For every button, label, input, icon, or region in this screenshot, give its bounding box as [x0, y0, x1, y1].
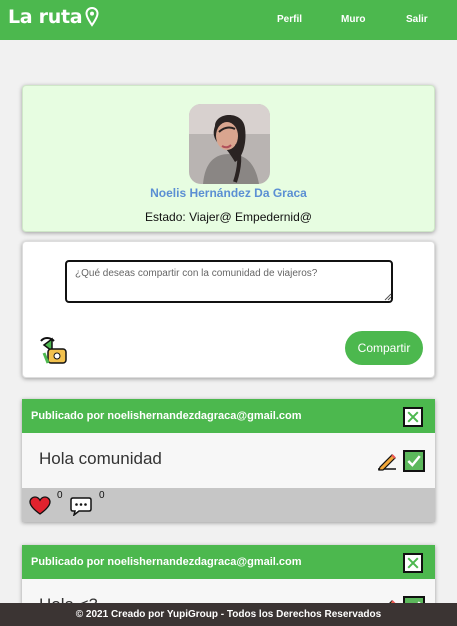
site-footer: © 2021 Creado por YupiGroup - Todos los …: [0, 603, 457, 626]
like-count: 0: [57, 490, 63, 501]
post-input[interactable]: [65, 260, 393, 303]
profile-status: Estado: Viajer@ Empedernid@: [145, 210, 312, 224]
post-footer: 0 0: [22, 488, 435, 522]
brand-title: La ruta: [8, 6, 83, 28]
post-header: Publicado por noelishernandezdagraca@gma…: [22, 545, 435, 579]
nav-link-perfil[interactable]: Perfil: [277, 14, 302, 25]
delete-icon[interactable]: [403, 553, 423, 573]
comment-icon[interactable]: [70, 496, 92, 516]
post-text: Hola comunidad: [39, 449, 162, 468]
edit-icon[interactable]: [375, 451, 399, 471]
post-header: Publicado por noelishernandezdagraca@gma…: [22, 399, 435, 433]
post-card: Publicado por noelishernandezdagraca@gma…: [22, 399, 435, 522]
brand-logo[interactable]: La ruta: [8, 6, 99, 28]
post-author: Publicado por noelishernandezdagraca@gma…: [31, 410, 302, 422]
image-upload-icon[interactable]: [38, 335, 70, 365]
post-body: Hola comunidad: [22, 433, 435, 488]
delete-icon[interactable]: [403, 407, 423, 427]
map-pin-icon: [85, 7, 99, 27]
profile-name: Noelis Hernández Da Graca: [150, 186, 307, 200]
profile-card: Noelis Hernández Da Graca Estado: Viajer…: [22, 85, 435, 232]
footer-text: © 2021 Creado por YupiGroup - Todos los …: [75, 609, 382, 620]
nav-link-muro[interactable]: Muro: [341, 14, 365, 25]
share-button[interactable]: Compartir: [345, 331, 423, 365]
post-author: Publicado por noelishernandezdagraca@gma…: [31, 556, 302, 568]
compose-card: Compartir: [22, 241, 435, 378]
top-navbar: La ruta Perfil Muro Salir: [0, 0, 457, 40]
heart-icon[interactable]: [29, 496, 51, 516]
avatar: [189, 104, 270, 184]
check-icon[interactable]: [403, 450, 425, 472]
comment-count: 0: [99, 490, 105, 501]
nav-link-salir[interactable]: Salir: [406, 14, 428, 25]
resize-grip-icon[interactable]: [384, 293, 392, 301]
